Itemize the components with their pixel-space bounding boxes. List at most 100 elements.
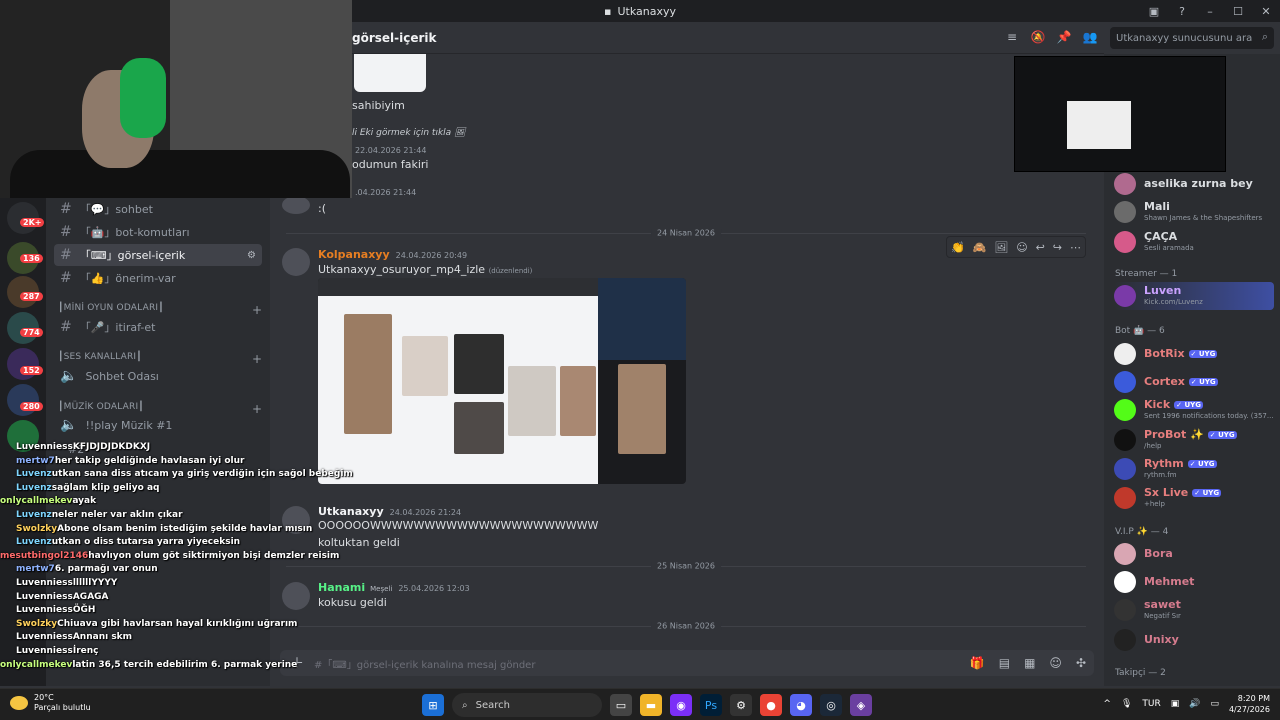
member-item[interactable]: ÇAÇA Sesli aramada xyxy=(1114,228,1274,256)
member-status: Negatif Sır xyxy=(1144,612,1181,620)
start-icon[interactable]: ⊞ xyxy=(422,694,444,716)
avatar xyxy=(1114,201,1136,223)
language-indicator[interactable]: TUR xyxy=(1142,699,1160,709)
search-input[interactable]: Utkanaxyy sunucusunu ara ⌕ xyxy=(1110,27,1274,49)
screen-share-preview[interactable] xyxy=(1014,56,1226,172)
chat-username: Luvenz xyxy=(16,537,52,548)
image-attachment[interactable] xyxy=(354,54,426,92)
inbox-icon[interactable]: ▣ xyxy=(1140,5,1168,18)
channel-gorsel-icerik[interactable]: # 「⌨」görsel-içerik ⚙ xyxy=(54,244,262,266)
avatar[interactable] xyxy=(282,196,310,214)
chat-message: ayak xyxy=(72,496,97,507)
steam-icon[interactable]: ◎ xyxy=(820,694,842,716)
member-item[interactable]: Mehmet xyxy=(1114,568,1274,596)
member-item[interactable]: Rythm ✓ UYG rythm.fm xyxy=(1114,455,1274,483)
category-muzik[interactable]: ┃MÜZİK ODALARI┃ + xyxy=(58,402,262,416)
reaction-icon[interactable]: 🖼 xyxy=(994,241,1008,254)
add-reaction-icon[interactable]: ☺ xyxy=(1016,241,1027,254)
voice-channel-sohbet[interactable]: 🔈 Sohbet Odası xyxy=(54,365,262,387)
gif-icon[interactable]: ▤ xyxy=(999,656,1010,670)
video-attachment[interactable] xyxy=(318,278,686,484)
maximize-button[interactable]: ☐ xyxy=(1224,5,1252,18)
member-item[interactable]: Cortex ✓ UYG xyxy=(1114,368,1274,396)
chat-line: mertw7 her takip geldiğinde havlasan iyi… xyxy=(16,456,244,470)
member-item[interactable]: Sx Live ✓ UYG +help xyxy=(1114,484,1274,512)
help-icon[interactable]: ? xyxy=(1168,5,1196,18)
member-item[interactable]: aselika zurna bey xyxy=(1114,170,1274,198)
member-item[interactable]: sawet Negatif Sır xyxy=(1114,596,1274,624)
gift-icon[interactable]: 🎁 xyxy=(970,656,985,670)
add-channel-icon[interactable]: + xyxy=(252,352,262,366)
server-icon[interactable] xyxy=(7,348,39,380)
taskbar-search[interactable]: ⌕ Search xyxy=(452,693,602,717)
member-item[interactable]: Unixy xyxy=(1114,626,1274,654)
chat-username: Luvenniess xyxy=(16,632,73,643)
server-icon[interactable] xyxy=(7,384,39,416)
channel-sohbet[interactable]: # 「💬」sohbet xyxy=(54,198,262,220)
sticker-icon[interactable]: ▦ xyxy=(1024,656,1035,670)
message-list: sahibiyim li Eki görmek için tıkla 🖼 22.… xyxy=(270,54,1104,644)
microphone-icon[interactable]: 🎙 xyxy=(1121,699,1132,709)
channel-onerim-var[interactable]: # 「👍」önerim-var xyxy=(54,267,262,289)
close-button[interactable]: ✕ xyxy=(1252,5,1280,18)
chat-username: onlycallmekev xyxy=(0,496,73,507)
member-item[interactable]: Bora xyxy=(1114,540,1274,568)
member-item[interactable]: BotRix ✓ UYG xyxy=(1114,340,1274,368)
channel-itiraf-et[interactable]: # 「🎤」itiraf-et xyxy=(54,316,262,338)
member-item[interactable]: ProBot ✨ ✓ UYG/help xyxy=(1114,426,1274,454)
forward-icon[interactable]: ↪ xyxy=(1053,241,1062,254)
weather-widget[interactable]: 20°C Parçalı bulutlu xyxy=(10,693,91,713)
category-ses[interactable]: ┃SES KANALLARI┃ + xyxy=(58,352,262,366)
task-view-icon[interactable]: ▭ xyxy=(610,694,632,716)
app-icon[interactable]: ◉ xyxy=(670,694,692,716)
chat-username: Luvenz xyxy=(16,482,52,493)
member-item[interactable]: Kick ✓ UYG Sent 1996 notifications today. … xyxy=(1114,396,1274,424)
chat-line: mertw7 6. parmağı var onun xyxy=(16,564,158,578)
minimize-button[interactable]: – xyxy=(1196,5,1224,18)
emoji-icon[interactable]: ☺ xyxy=(1049,656,1062,670)
settings-icon[interactable]: ⚙ xyxy=(247,250,256,261)
category-mini-oyun[interactable]: ┃MİNİ OYUN ODALARI┃ + xyxy=(58,303,262,317)
chat-line: Luvenniess ÖĞH xyxy=(16,605,95,619)
composer-tools: 🎁 ▤ ▦ ☺ ✣ xyxy=(970,656,1086,670)
member-name: Luven xyxy=(1144,284,1182,297)
pin-icon[interactable]: 📌 xyxy=(1056,30,1072,46)
server-badge: 2K+ xyxy=(20,218,45,227)
photoshop-icon[interactable]: Ps xyxy=(700,694,722,716)
volume-icon[interactable]: 🔊 xyxy=(1189,699,1200,709)
network-icon[interactable]: ▣ xyxy=(1171,699,1180,709)
app-icon[interactable]: ◈ xyxy=(850,694,872,716)
chat-username: mertw7 xyxy=(16,564,55,575)
chevron-up-icon[interactable]: ^ xyxy=(1103,699,1111,709)
reaction-icon[interactable]: 👏 xyxy=(951,241,965,254)
discord-icon[interactable]: ◕ xyxy=(790,694,812,716)
channel-label: 「💬」sohbet xyxy=(79,203,153,216)
channel-bot-komutlari[interactable]: # 「🤖」bot-komutları xyxy=(54,221,262,243)
reply-icon[interactable]: ↩ xyxy=(1036,241,1045,254)
username[interactable]: Kolpanaxyy xyxy=(318,248,390,261)
chat-line: Swolzky Abone olsam benim istediğim şeki… xyxy=(16,524,312,538)
reaction-icon[interactable]: 🙈 xyxy=(973,241,987,254)
attachment-link[interactable]: li Eki görmek için tıkla 🖼 xyxy=(352,128,466,138)
apps-icon[interactable]: ✣ xyxy=(1076,656,1086,670)
file-explorer-icon[interactable]: ▬ xyxy=(640,694,662,716)
member-item[interactable]: Luven Kick.com/Luvenz xyxy=(1114,282,1274,310)
battery-icon[interactable]: ▭ xyxy=(1210,699,1219,709)
member-name: Bora xyxy=(1144,547,1173,560)
chrome-icon[interactable]: ● xyxy=(760,694,782,716)
weather-icon xyxy=(10,696,28,710)
hash-icon: # xyxy=(60,319,72,335)
message-composer[interactable]: ＋ #「⌨」görsel-içerik kanalına mesaj gönde… xyxy=(280,650,1094,676)
more-icon[interactable]: ⋯ xyxy=(1070,241,1081,254)
mute-icon[interactable]: 🔕 xyxy=(1030,30,1046,46)
clock[interactable]: 8:20 PM 4/27/2026 xyxy=(1229,693,1270,715)
app-icon[interactable]: ⚙ xyxy=(730,694,752,716)
threads-icon[interactable]: ≡ xyxy=(1004,30,1020,46)
member-name: ÇAÇA xyxy=(1144,230,1178,243)
avatar[interactable] xyxy=(282,248,310,276)
member-item[interactable]: Mali Shawn James & the Shapeshifters xyxy=(1114,198,1274,226)
members-icon[interactable]: 👥 xyxy=(1082,30,1098,46)
chat-line: Swolzky Chiuava gibi havlarsan hayal kır… xyxy=(16,619,297,633)
add-channel-icon[interactable]: + xyxy=(252,303,262,317)
voice-channel-muzik[interactable]: 🔈 !!play Müzik #1 xyxy=(54,414,262,436)
